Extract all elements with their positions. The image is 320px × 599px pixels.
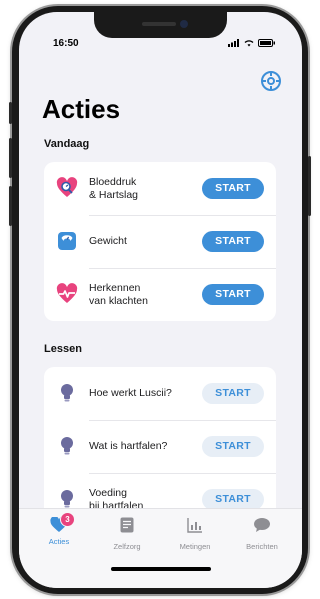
notch bbox=[94, 12, 227, 38]
item-label-line1: Voeding bbox=[89, 487, 127, 499]
tab-metingen[interactable]: Metingen bbox=[165, 517, 225, 551]
volume-up-button bbox=[9, 138, 12, 178]
tab-berichten[interactable]: Berichten bbox=[232, 517, 292, 551]
screen: 16:50 Acties Vandaag Bloeddruk & Hartsla… bbox=[19, 12, 302, 588]
section-label-vandaag: Vandaag bbox=[44, 138, 90, 150]
signal-icon bbox=[228, 39, 239, 47]
power-button bbox=[308, 156, 311, 216]
today-card: Bloeddruk & Hartslag START Gewicht START… bbox=[44, 162, 276, 321]
wifi-icon bbox=[244, 40, 254, 47]
list-item-wat-is-hartfalen[interactable]: Wat is hartfalen? START bbox=[44, 420, 276, 473]
document-icon bbox=[120, 517, 134, 533]
lightbulb-icon bbox=[61, 384, 73, 402]
tab-label: Metingen bbox=[179, 542, 211, 551]
start-button[interactable]: START bbox=[202, 178, 264, 199]
list-item-hoe-werkt-luscii[interactable]: Hoe werkt Luscii? START bbox=[44, 367, 276, 420]
heart-pulse-icon bbox=[56, 177, 78, 197]
item-label-line1: Herkennen bbox=[89, 282, 141, 294]
start-button[interactable]: START bbox=[202, 436, 264, 457]
page-title: Acties bbox=[42, 94, 121, 124]
list-item-gewicht[interactable]: Gewicht START bbox=[44, 215, 276, 268]
list-item-herkennen[interactable]: Herkennen van klachten START bbox=[44, 268, 276, 321]
status-time: 16:50 bbox=[53, 38, 79, 49]
tab-zelfzorg[interactable]: Zelfzorg bbox=[97, 517, 157, 551]
lightbulb-icon bbox=[61, 437, 73, 455]
item-label-line1: Wat is hartfalen? bbox=[89, 440, 168, 452]
settings-gear-icon[interactable] bbox=[260, 70, 282, 92]
heart-monitor-icon bbox=[56, 283, 78, 303]
mute-switch bbox=[9, 102, 12, 124]
item-label-line2: & Hartslag bbox=[89, 189, 139, 201]
item-label-line2: van klachten bbox=[89, 295, 148, 307]
start-button[interactable]: START bbox=[202, 489, 264, 510]
list-item-bloeddruk[interactable]: Bloeddruk & Hartslag START bbox=[44, 162, 276, 215]
start-button[interactable]: START bbox=[202, 383, 264, 404]
item-label-line1: Bloeddruk bbox=[89, 176, 137, 188]
item-label-line1: Hoe werkt Luscii? bbox=[89, 387, 172, 399]
section-label-lessen: Lessen bbox=[44, 343, 82, 355]
lightbulb-icon bbox=[61, 490, 73, 508]
tab-label: Zelfzorg bbox=[113, 542, 141, 551]
tab-label: Berichten bbox=[246, 542, 278, 551]
home-indicator[interactable] bbox=[111, 567, 211, 571]
scale-icon bbox=[58, 232, 76, 250]
notification-badge: 3 bbox=[60, 512, 75, 527]
volume-down-button bbox=[9, 186, 12, 226]
bar-chart-icon bbox=[187, 518, 202, 533]
battery-icon bbox=[258, 39, 275, 47]
start-button[interactable]: START bbox=[202, 231, 264, 252]
tab-label: Acties bbox=[48, 537, 70, 546]
status-icons bbox=[228, 39, 276, 47]
tab-acties[interactable]: 3 Acties bbox=[29, 512, 89, 546]
chat-bubble-icon bbox=[254, 518, 270, 532]
start-button[interactable]: START bbox=[202, 284, 264, 305]
item-label-line1: Gewicht bbox=[89, 235, 127, 247]
tab-bar: 3 Acties Zelfzorg Metingen Berichten bbox=[19, 508, 302, 588]
